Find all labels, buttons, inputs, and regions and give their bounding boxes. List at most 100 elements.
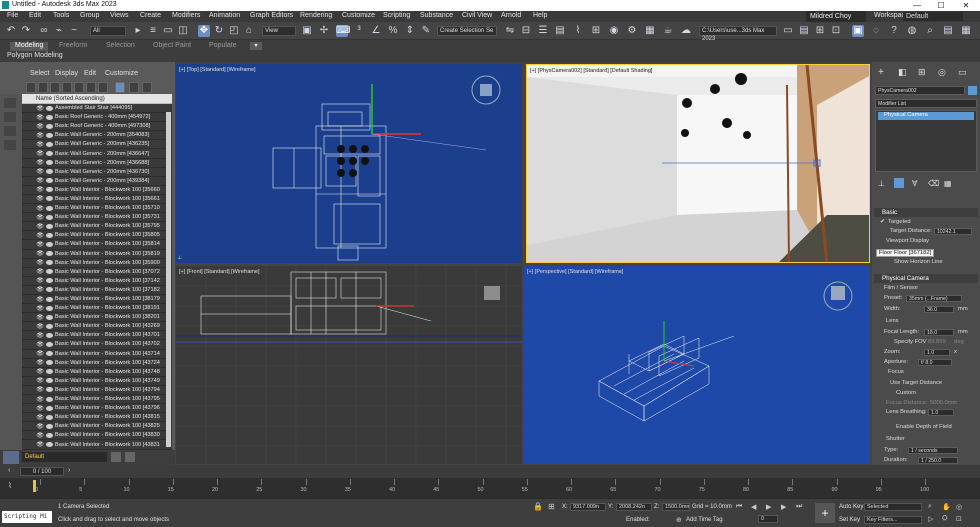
pan-view-icon[interactable]: ✋ (942, 503, 951, 511)
visibility-eye-icon[interactable]: 👁 (36, 186, 44, 193)
select-and-move-icon[interactable]: ✥ (198, 25, 210, 37)
visibility-eye-icon[interactable]: 👁 (36, 323, 44, 330)
freeze-icon[interactable] (46, 132, 53, 138)
shutter-type-select[interactable]: 1 / seconds (908, 447, 958, 454)
list-item[interactable]: 👁 Basic Wall Interior - Blockwork 100 [35… (22, 194, 172, 205)
freeze-icon[interactable] (46, 151, 53, 157)
aperture-field[interactable]: f/ 8.0 (918, 359, 952, 366)
make-unique-icon[interactable]: ∀ (912, 179, 917, 188)
visibility-eye-icon[interactable]: 👁 (36, 205, 44, 212)
freeze-icon[interactable] (46, 387, 53, 393)
visibility-eye-icon[interactable]: 👁 (36, 105, 44, 112)
freeze-icon[interactable] (46, 432, 53, 438)
focal-length-field[interactable]: 18.0 (924, 329, 954, 336)
display-geometry-icon[interactable] (4, 98, 16, 108)
object-color-swatch[interactable] (968, 86, 977, 95)
menu-rendering[interactable]: Rendering (300, 12, 332, 19)
explorer-dependents-icon[interactable] (74, 82, 84, 93)
render-production-icon[interactable]: ☕ (662, 25, 674, 37)
modifier-list-select[interactable]: Modifier List (875, 99, 977, 108)
pivot-center-icon[interactable]: ▣ (301, 25, 313, 37)
explorer-options-icon[interactable] (86, 82, 96, 93)
display-cameras-icon[interactable] (4, 140, 16, 150)
selection-filter-select[interactable]: All (90, 26, 126, 36)
rollout-basic[interactable]: Basic (874, 208, 978, 217)
visibility-eye-icon[interactable]: 👁 (36, 332, 44, 339)
toggle-ribbon-icon[interactable]: ▤ (554, 25, 566, 37)
visibility-eye-icon[interactable]: 👁 (36, 259, 44, 266)
visibility-eye-icon[interactable]: 👁 (36, 177, 44, 184)
explorer-find-icon[interactable] (98, 82, 108, 93)
freeze-icon[interactable] (46, 241, 53, 247)
list-item[interactable]: 👁 Assembled Stair Stair [444095] (22, 104, 172, 114)
freeze-icon[interactable] (46, 423, 53, 429)
freeze-icon[interactable] (46, 232, 53, 238)
pin-stack-icon[interactable]: ⊥ (878, 179, 885, 188)
display-lights-icon[interactable] (4, 126, 16, 136)
y-coordinate-field[interactable]: 2008.242n (616, 503, 652, 511)
freeze-icon[interactable] (46, 360, 53, 366)
time-slider[interactable]: 0 / 100 (20, 467, 64, 476)
explorer-lock-icon[interactable] (129, 82, 139, 93)
freeze-icon[interactable] (46, 205, 53, 211)
visibility-eye-icon[interactable]: 👁 (36, 386, 44, 393)
visibility-eye-icon[interactable]: 👁 (36, 114, 44, 121)
list-item[interactable]: 👁 Basic Wall Interior - Blockwork 100 [38… (22, 294, 172, 305)
search-icon[interactable]: ⌕ (924, 25, 936, 37)
freeze-icon[interactable] (46, 196, 53, 202)
freeze-icon[interactable] (46, 187, 53, 193)
lens-breathing-field[interactable]: 1.0 (928, 409, 954, 416)
visibility-eye-icon[interactable]: 👁 (36, 277, 44, 284)
list-item[interactable]: 👁 Basic Wall Interior - Blockwork 100 [37… (22, 267, 172, 277)
workspace-select[interactable]: Default (903, 12, 963, 21)
link-icon[interactable]: ∞ (38, 25, 50, 37)
list-item[interactable]: 👁 Basic Roof Generic - 400mm [454972] (22, 113, 172, 123)
select-and-rotate-icon[interactable]: ↻ (213, 25, 225, 37)
auto-key-button[interactable]: Auto Key (839, 504, 863, 510)
viewport-front[interactable]: [+] [Front] [Standard] [Wireframe] (176, 266, 522, 464)
display-shapes-icon[interactable] (4, 112, 16, 122)
visibility-eye-icon[interactable]: 👁 (36, 405, 44, 412)
freeze-icon[interactable] (46, 251, 53, 257)
list-item[interactable]: 👁 Basic Wall Interior - Blockwork 100 [43… (22, 367, 172, 377)
visibility-eye-icon[interactable]: 👁 (36, 396, 44, 403)
stack-item-physical-camera[interactable]: Physical Camera (878, 112, 974, 120)
customize-toolbar-icon[interactable]: ▦ (960, 25, 972, 37)
viewport-camera-label[interactable]: [+] [PhysCamera002] [Standard] [Default … (530, 68, 652, 74)
menu-civil-view[interactable]: Civil View (462, 12, 492, 19)
rollout-physical-camera[interactable]: Physical Camera (874, 274, 978, 283)
orbit-icon[interactable]: ◎ (956, 503, 962, 511)
menu-scripting[interactable]: Scripting (383, 12, 410, 19)
list-item[interactable]: 👁 Basic Wall Interior - Blockwork 100 [43… (22, 358, 172, 368)
layer-explorer-icon[interactable] (3, 451, 19, 464)
select-and-scale-icon[interactable]: ◰ (228, 25, 240, 37)
explorer-menu-select[interactable]: Select (30, 70, 49, 77)
time-next-icon[interactable]: › (68, 467, 70, 474)
duration-field[interactable]: 1 / 250.0 (918, 457, 958, 464)
list-item[interactable]: 👁 Basic Wall Interior - Blockwork 100 [43… (22, 349, 172, 359)
menu-modifiers[interactable]: Modifiers (172, 12, 200, 19)
list-item[interactable]: 👁 Basic Wall Interior - Blockwork 100 [43… (22, 331, 172, 341)
help-icon[interactable]: ? (888, 25, 900, 37)
explorer-invert-icon[interactable] (50, 82, 60, 93)
menu-file[interactable]: File (7, 12, 18, 19)
list-item[interactable]: 👁 Basic Wall Interior - Blockwork 100 [43… (22, 404, 172, 414)
list-item[interactable]: 👁 Basic Wall Interior - Blockwork 100 [37… (22, 276, 172, 286)
freeze-icon[interactable] (46, 341, 53, 347)
go-to-start-icon[interactable]: ⏮ (736, 503, 742, 511)
freeze-icon[interactable] (46, 123, 53, 129)
list-item[interactable]: 👁 Basic Wall Interior - Blockwork 100 [43… (22, 431, 172, 441)
set-key-button[interactable]: Set Key (839, 517, 860, 523)
list-item[interactable]: 👁 Basic Wall Interior - Blockwork 100 [35… (22, 240, 172, 250)
curve-editor-icon[interactable]: ⌇ (572, 25, 584, 37)
x-coordinate-field[interactable]: 9317.009n (570, 503, 606, 511)
scene-converter-icon[interactable]: ⊡ (830, 25, 842, 37)
list-item[interactable]: 👁 Basic Wall Interior - Blockwork 100 [43… (22, 422, 172, 432)
schematic-view-icon[interactable]: ⊞ (590, 25, 602, 37)
list-item[interactable]: 👁 Basic Wall Generic - 200mm [436730] (22, 167, 172, 177)
configure-sets-icon[interactable]: ▦ (944, 179, 952, 188)
list-item[interactable]: 👁 Basic Roof Generic - 400mm [497308] (22, 122, 172, 132)
explorer-column-header[interactable]: Name (Sorted Ascending) (22, 94, 172, 104)
list-item[interactable]: 👁 Basic Wall Interior - Blockwork 100 [38… (22, 313, 172, 323)
visibility-eye-icon[interactable]: 👁 (36, 168, 44, 175)
